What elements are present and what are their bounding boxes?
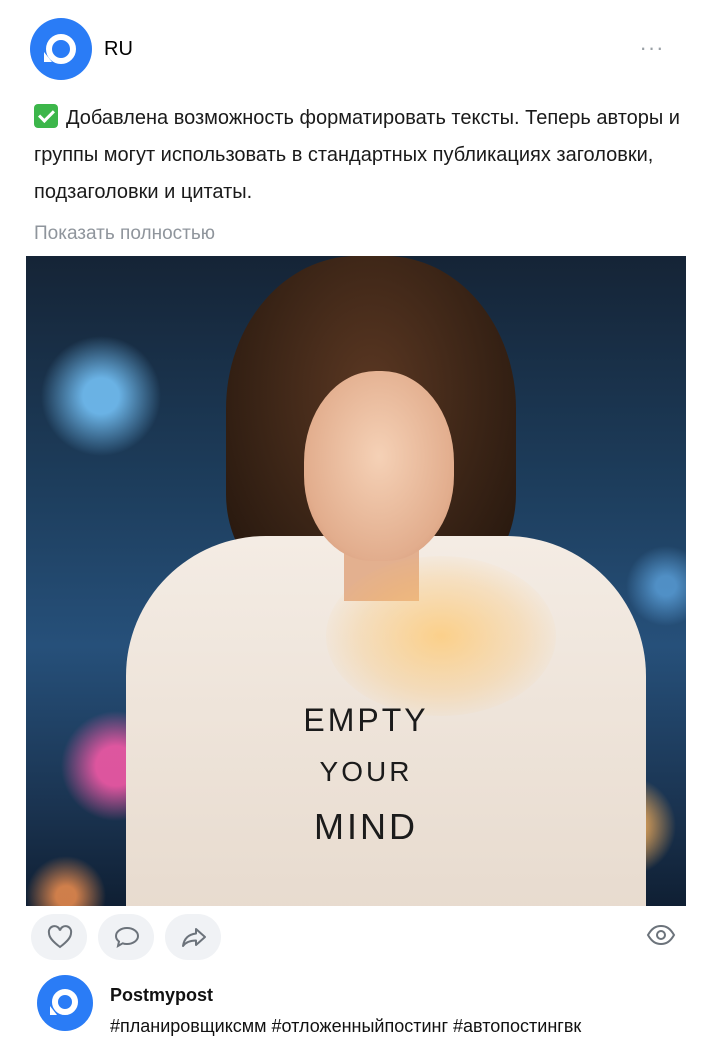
author-avatar[interactable]: [30, 18, 92, 80]
comment-button[interactable]: [98, 914, 154, 960]
comment-icon: [114, 926, 140, 948]
footer-logo-tail: [50, 1006, 57, 1015]
photo-face: [304, 371, 454, 561]
share-button[interactable]: [165, 914, 221, 960]
footer-hashtags[interactable]: #планировщиксмм #отложенныйпостинг #авто…: [110, 1016, 581, 1037]
footer-account-name[interactable]: Postmypost: [110, 985, 213, 1006]
post-photo[interactable]: EMPTY YOUR MIND: [26, 256, 686, 906]
post-header: RU ···: [0, 0, 712, 100]
heart-icon: [47, 925, 73, 949]
author-name[interactable]: RU: [104, 38, 133, 61]
shirt-text-line3: MIND: [314, 806, 418, 847]
shirt-text-line2: YOUR: [319, 756, 413, 787]
post-text-body: Добавлена возможность форматировать текс…: [34, 107, 680, 203]
shirt-text-line1: EMPTY: [303, 702, 429, 738]
avatar-logo-tail: [44, 52, 52, 62]
post-text: Добавлена возможность форматировать текс…: [34, 100, 684, 211]
photo-star-lights: [326, 556, 556, 716]
footer-avatar[interactable]: [37, 975, 93, 1031]
views-indicator: [646, 924, 676, 951]
show-more-link[interactable]: Показать полностью: [34, 223, 215, 245]
share-icon: [182, 928, 206, 947]
check-mark-button-icon: [34, 104, 58, 128]
like-button[interactable]: [31, 914, 87, 960]
eye-icon: [646, 924, 676, 946]
post-actions-bar: [0, 910, 712, 966]
more-horizontal-icon[interactable]: ···: [638, 34, 666, 62]
